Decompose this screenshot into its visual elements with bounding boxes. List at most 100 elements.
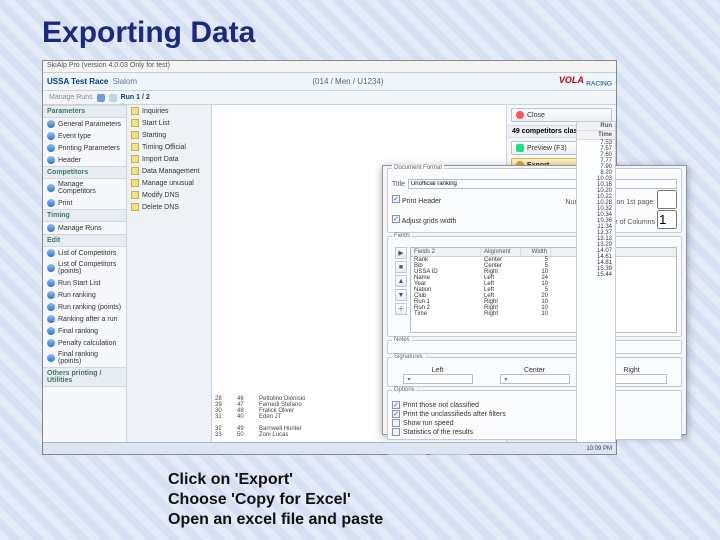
sidebar-item[interactable]: Run Start List <box>43 277 126 289</box>
sidebar-section: Timing <box>43 209 126 222</box>
bullet-icon <box>47 279 55 287</box>
field-row[interactable]: TimeRight10 <box>411 311 676 317</box>
mid-item[interactable]: Timing Official <box>127 141 211 153</box>
sidebar-item-label: Final ranking (points) <box>58 351 122 365</box>
vola-logo: VOLA <box>559 75 584 85</box>
race-sub: Slalom <box>113 77 137 86</box>
bullet-icon <box>47 224 55 232</box>
group-options: Options <box>392 387 417 393</box>
adjust-width-label: Adjust grids width <box>402 218 457 225</box>
mid-item-label: Modify DNS <box>142 192 179 199</box>
title-label: Title <box>392 181 405 188</box>
app-toolbar: USSA Test Race Slalom (014 / Men / U1234… <box>43 73 616 91</box>
sidebar-item-label: List of Competitors <box>58 250 116 257</box>
sidebar-item[interactable]: General Parameters <box>43 118 126 130</box>
sidebar-item[interactable]: Header <box>43 154 126 166</box>
sidebar-item-label: Print <box>58 200 72 207</box>
close-icon <box>516 111 524 119</box>
print-header-checkbox[interactable] <box>392 195 400 203</box>
tool-down-icon[interactable]: ▼ <box>395 289 407 301</box>
format-dialog: Document Format Title Print Header Numbe… <box>382 165 687 435</box>
windows-taskbar: 10:09 PM <box>43 442 616 454</box>
time-run-header: Run <box>577 122 615 131</box>
mid-item[interactable]: Starting <box>127 129 211 141</box>
sidebar-item[interactable]: Event type <box>43 130 126 142</box>
mid-item[interactable]: Inquiries <box>127 105 211 117</box>
sidebar-item[interactable]: Ranking after a run <box>43 313 126 325</box>
sig-center-dropdown[interactable] <box>500 374 570 384</box>
time-time-header: Time <box>577 131 615 140</box>
mid-item[interactable]: Import Data <box>127 153 211 165</box>
sidebar-item[interactable]: Run ranking (points) <box>43 301 126 313</box>
sidebar-item[interactable]: Printing Parameters <box>43 142 126 154</box>
group-signatures: Signatures <box>392 354 425 360</box>
opt4-checkbox[interactable] <box>392 428 400 436</box>
clock: 10:09 PM <box>586 446 612 452</box>
mid-icon <box>131 191 139 199</box>
bullet-icon <box>47 339 55 347</box>
instruction-line-2: Choose 'Copy for Excel' <box>168 490 383 510</box>
group-fields: Fields <box>392 233 412 239</box>
opt1-label: Print those not classified <box>403 402 479 409</box>
sidebar-item[interactable]: Print <box>43 197 126 209</box>
opt4-label: Statistics of the results <box>403 429 473 436</box>
race-title: USSA Test Race <box>47 77 108 86</box>
mid-item[interactable]: Delete DNS <box>127 201 211 213</box>
mid-item[interactable]: Modify DNS <box>127 189 211 201</box>
sidebar-item[interactable]: List of Competitors (points) <box>43 259 126 277</box>
bullet-icon <box>47 291 55 299</box>
col-fields: Fields 2 <box>411 248 481 256</box>
mid-item[interactable]: Manage unusual <box>127 177 211 189</box>
sidebar-item[interactable]: List of Competitors <box>43 247 126 259</box>
mid-icon <box>131 179 139 187</box>
bullet-icon <box>47 354 55 362</box>
adjust-width-checkbox[interactable] <box>392 215 400 223</box>
tool-green-icon[interactable]: ▶ <box>395 247 407 259</box>
sidebar-item[interactable]: Run ranking <box>43 289 126 301</box>
sidebar-item-label: Penalty calculation <box>58 340 116 347</box>
workspace: ParametersGeneral ParametersEvent typePr… <box>43 105 616 442</box>
run-dot-1[interactable] <box>97 94 105 102</box>
manage-runs-label: Manage Runs <box>49 94 93 101</box>
lines-input[interactable] <box>657 190 677 209</box>
sidebar-item-label: Ranking after a run <box>58 316 118 323</box>
columns-input[interactable] <box>657 210 677 229</box>
mid-item-label: Inquiries <box>142 108 168 115</box>
sidebar-item[interactable]: Manage Runs <box>43 222 126 234</box>
sidebar-item-label: Printing Parameters <box>58 145 120 152</box>
tool-up-icon[interactable]: ▲ <box>395 275 407 287</box>
time-column: Run Time 7.537.577.607.777.908.2010.0310… <box>576 121 616 451</box>
mid-item-label: Import Data <box>142 156 179 163</box>
run-dot-2[interactable] <box>109 94 117 102</box>
sidebar-item[interactable]: Penalty calculation <box>43 337 126 349</box>
sidebar-section: Others printing / Utilities <box>43 367 126 387</box>
mid-item-label: Start List <box>142 120 170 127</box>
bullet-icon <box>47 249 55 257</box>
sidebar-section: Edit <box>43 234 126 247</box>
mid-item-label: Data Management <box>142 168 200 175</box>
mid-item[interactable]: Start List <box>127 117 211 129</box>
fields-grid[interactable]: Fields 2 Alignment Width RankCenter5BibC… <box>410 247 677 333</box>
sidebar-item[interactable]: Final ranking (points) <box>43 349 126 367</box>
sig-right-label: Right <box>623 367 639 374</box>
opt3-checkbox[interactable] <box>392 419 400 427</box>
sidebar-section: Competitors <box>43 166 126 179</box>
tool-add-icon[interactable]: ＋ <box>395 303 407 315</box>
bullet-icon <box>47 120 55 128</box>
sidebar-item-label: Run ranking <box>58 292 96 299</box>
sidebar-item-label: Run ranking (points) <box>58 304 121 311</box>
instructions: Click on 'Export' Choose 'Copy for Excel… <box>168 470 383 530</box>
sidebar-item[interactable]: Final ranking <box>43 325 126 337</box>
mid-item[interactable]: Data Management <box>127 165 211 177</box>
close-button[interactable]: Close <box>511 108 612 122</box>
mid-item-label: Manage unusual <box>142 180 194 187</box>
tool-red-icon[interactable]: ■ <box>395 261 407 273</box>
sig-left-label: Left <box>432 367 444 374</box>
sidebar-item[interactable]: Manage Competitors <box>43 179 126 197</box>
opt1-checkbox[interactable] <box>392 401 400 409</box>
title-input[interactable] <box>408 179 677 189</box>
bullet-icon <box>47 144 55 152</box>
bullet-icon <box>47 264 55 272</box>
sig-left-dropdown[interactable] <box>403 374 473 384</box>
opt2-checkbox[interactable] <box>392 410 400 418</box>
